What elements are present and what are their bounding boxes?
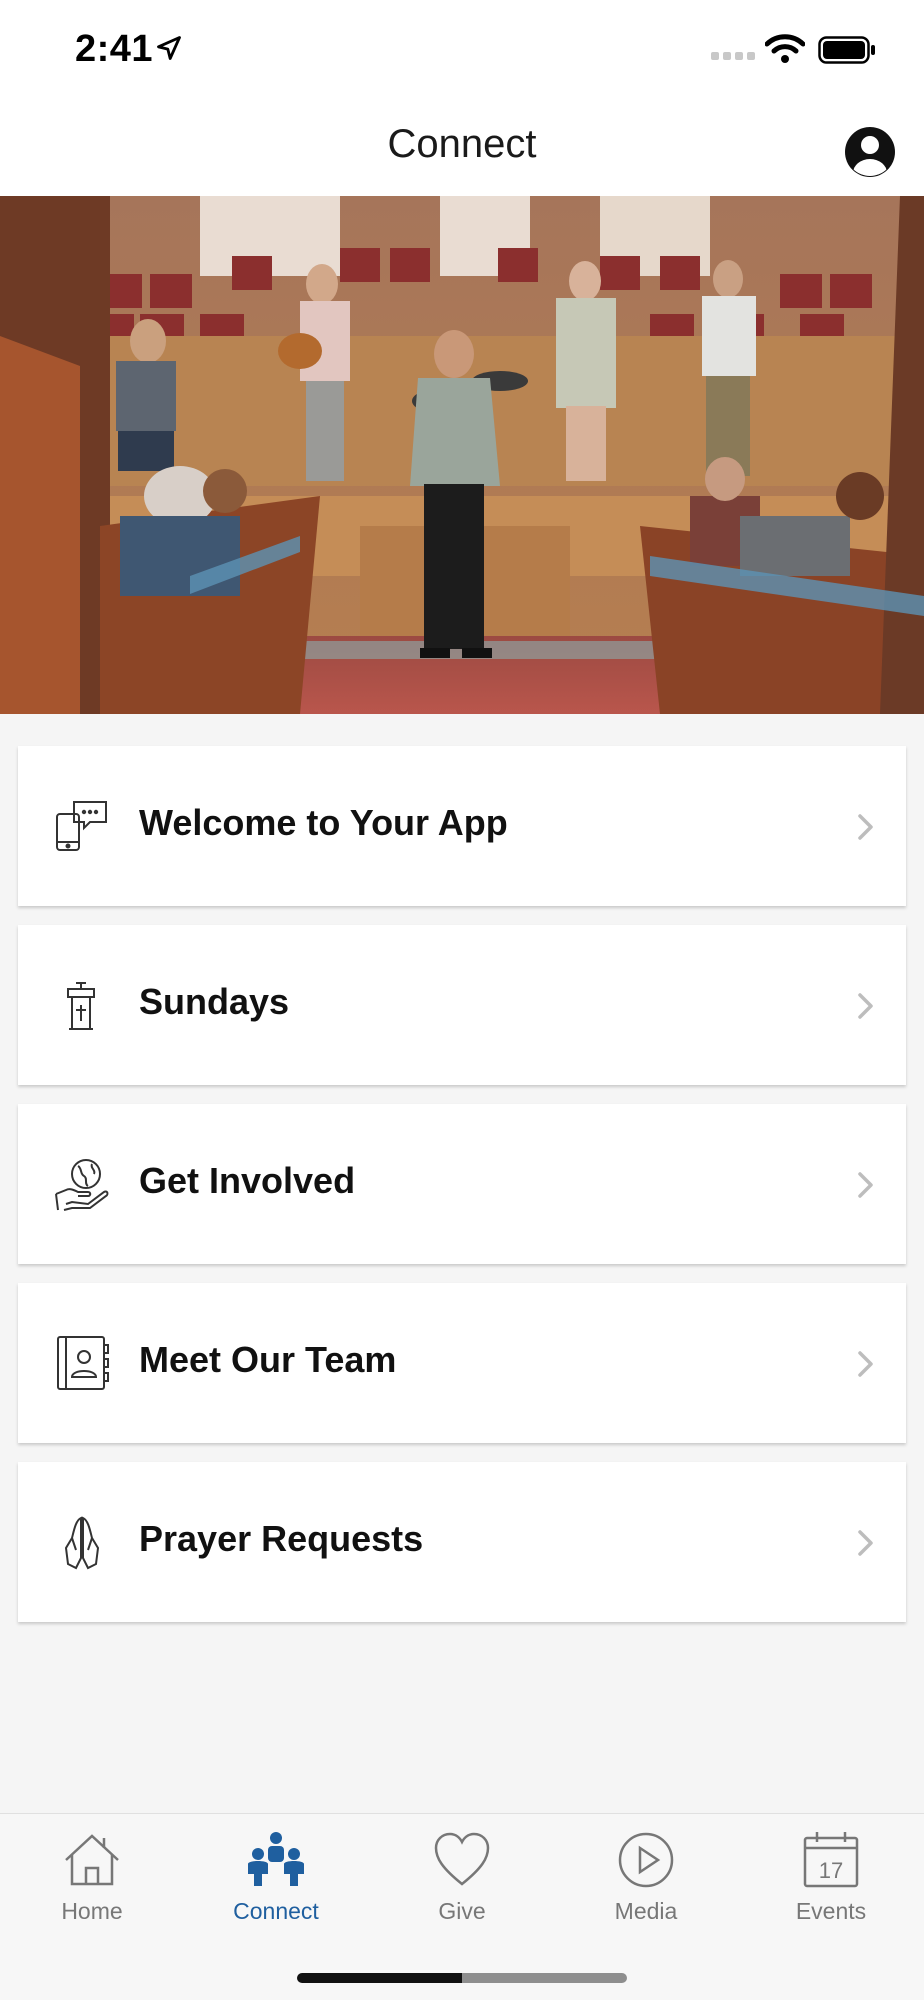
tab-connect[interactable]: Connect bbox=[201, 1830, 351, 1940]
tab-label: Home bbox=[61, 1898, 123, 1924]
chevron-right-icon bbox=[858, 1172, 873, 1198]
bottom-tab-bar: Home Connect Give Media 17 Events bbox=[0, 1813, 924, 2000]
home-indicator bbox=[297, 1973, 627, 1983]
menu-item-label: Meet Our Team bbox=[139, 1339, 397, 1380]
menu-item-sundays[interactable]: Sundays bbox=[18, 925, 906, 1085]
location-arrow-icon bbox=[157, 36, 181, 60]
tab-label: Connect bbox=[233, 1898, 319, 1924]
menu-item-label: Sundays bbox=[139, 981, 290, 1022]
menu-item-label: Get Involved bbox=[139, 1160, 356, 1201]
tab-events[interactable]: 17 Events bbox=[756, 1830, 906, 1940]
menu-item-get-involved[interactable]: Get Involved bbox=[18, 1104, 906, 1264]
menu-item-label: Welcome to Your App bbox=[139, 802, 508, 843]
svg-text:17: 17 bbox=[819, 1858, 843, 1883]
directory-book-icon bbox=[57, 1336, 109, 1390]
battery-icon bbox=[818, 36, 875, 64]
phone-chat-icon bbox=[56, 801, 107, 851]
tab-label: Events bbox=[795, 1898, 867, 1924]
wifi-icon bbox=[765, 34, 805, 63]
tab-label: Media bbox=[614, 1898, 678, 1924]
heart-icon bbox=[434, 1832, 490, 1886]
tab-home[interactable]: Home bbox=[17, 1830, 167, 1940]
menu-item-prayer-requests[interactable]: Prayer Requests bbox=[18, 1462, 906, 1622]
chevron-right-icon bbox=[858, 814, 873, 840]
play-icon bbox=[618, 1832, 674, 1888]
cellular-signal-icon bbox=[711, 52, 755, 60]
tab-give[interactable]: Give bbox=[387, 1830, 537, 1940]
calendar-icon: 17 bbox=[803, 1832, 859, 1888]
menu-list: Welcome to Your App Sundays Get Involved bbox=[18, 746, 906, 1641]
top-nav-bar: Connect bbox=[0, 100, 924, 196]
house-icon bbox=[65, 1834, 119, 1886]
menu-item-welcome[interactable]: Welcome to Your App bbox=[18, 746, 906, 906]
pulpit-icon bbox=[67, 982, 95, 1030]
chevron-right-icon bbox=[858, 1530, 873, 1556]
tab-label: Give bbox=[438, 1898, 486, 1924]
chevron-right-icon bbox=[858, 993, 873, 1019]
menu-item-label: Prayer Requests bbox=[139, 1518, 424, 1559]
profile-icon[interactable] bbox=[843, 125, 897, 179]
status-bar: 2:41 bbox=[0, 0, 924, 100]
chevron-right-icon bbox=[858, 1351, 873, 1377]
status-time: 2:41 bbox=[75, 28, 154, 70]
hero-image bbox=[0, 196, 924, 714]
page-title: Connect bbox=[387, 122, 537, 166]
tab-media[interactable]: Media bbox=[571, 1830, 721, 1940]
globe-hand-icon bbox=[55, 1159, 109, 1211]
people-icon bbox=[248, 1832, 304, 1886]
menu-item-meet-our-team[interactable]: Meet Our Team bbox=[18, 1283, 906, 1443]
praying-hands-icon bbox=[64, 1516, 100, 1570]
